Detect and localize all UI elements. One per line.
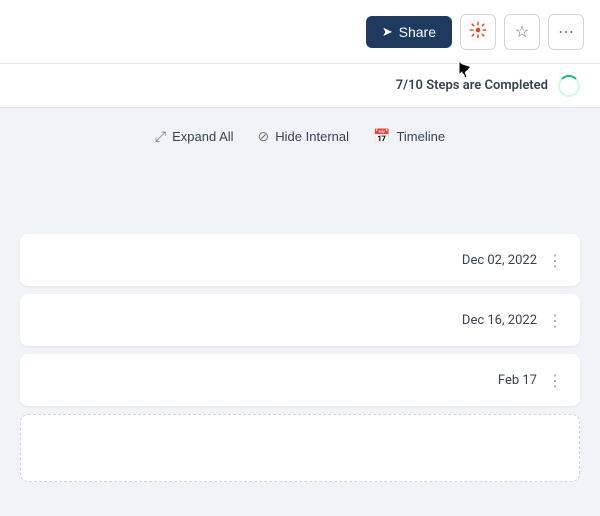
hide-icon: ⊘ (258, 128, 270, 145)
toolbar: ⤢ Expand All ⊘ Hide Internal 📅 Timeline (0, 108, 600, 164)
card-1-right: Dec 02, 2022 ⋮ (462, 251, 564, 270)
progress-spinner (558, 75, 580, 97)
hide-internal-button[interactable]: ⊘ Hide Internal (258, 128, 349, 145)
card-1-date: Dec 02, 2022 (462, 253, 537, 268)
card-3-menu[interactable]: ⋮ (547, 371, 564, 390)
steps-text: 7/10 Steps are Completed (396, 78, 548, 93)
more-button[interactable]: ⋯ (548, 14, 584, 50)
star-button[interactable]: ☆ (504, 14, 540, 50)
timeline-icon: 📅 (373, 128, 390, 145)
share-button[interactable]: ➤ Share (366, 16, 452, 48)
expand-all-button[interactable]: ⤢ Expand All (155, 128, 234, 145)
card-2-date: Dec 16, 2022 (462, 313, 537, 328)
hubspot-icon (469, 21, 487, 43)
card-1-menu[interactable]: ⋮ (547, 251, 564, 270)
expand-all-label: Expand All (172, 129, 233, 144)
star-icon: ☆ (515, 22, 529, 41)
card-1: Dec 02, 2022 ⋮ (20, 234, 580, 286)
share-label: Share (399, 24, 436, 40)
timeline-button[interactable]: 📅 Timeline (373, 128, 445, 145)
timeline-label: Timeline (396, 129, 445, 144)
steps-fraction: 7/10 (396, 78, 423, 93)
card-3-date: Feb 17 (498, 373, 537, 388)
card-2-right: Dec 16, 2022 ⋮ (462, 311, 564, 330)
share-arrow-icon: ➤ (382, 24, 393, 40)
more-icon: ⋯ (558, 22, 574, 41)
card-2-menu[interactable]: ⋮ (547, 311, 564, 330)
card-3-right: Feb 17 ⋮ (498, 371, 564, 390)
card-dashed[interactable] (20, 414, 580, 482)
card-3: Feb 17 ⋮ (20, 354, 580, 406)
header: ➤ Share ☆ ⋯ (0, 0, 600, 64)
card-2: Dec 16, 2022 ⋮ (20, 294, 580, 346)
hide-internal-label: Hide Internal (275, 129, 349, 144)
hubspot-button[interactable] (460, 14, 496, 50)
steps-bar: 7/10 Steps are Completed (0, 64, 600, 108)
expand-icon: ⤢ (155, 128, 166, 145)
content-area: Dec 02, 2022 ⋮ Dec 16, 2022 ⋮ Feb 17 ⋮ (0, 164, 600, 490)
spacer (20, 164, 580, 234)
steps-label: Steps are Completed (426, 78, 548, 93)
